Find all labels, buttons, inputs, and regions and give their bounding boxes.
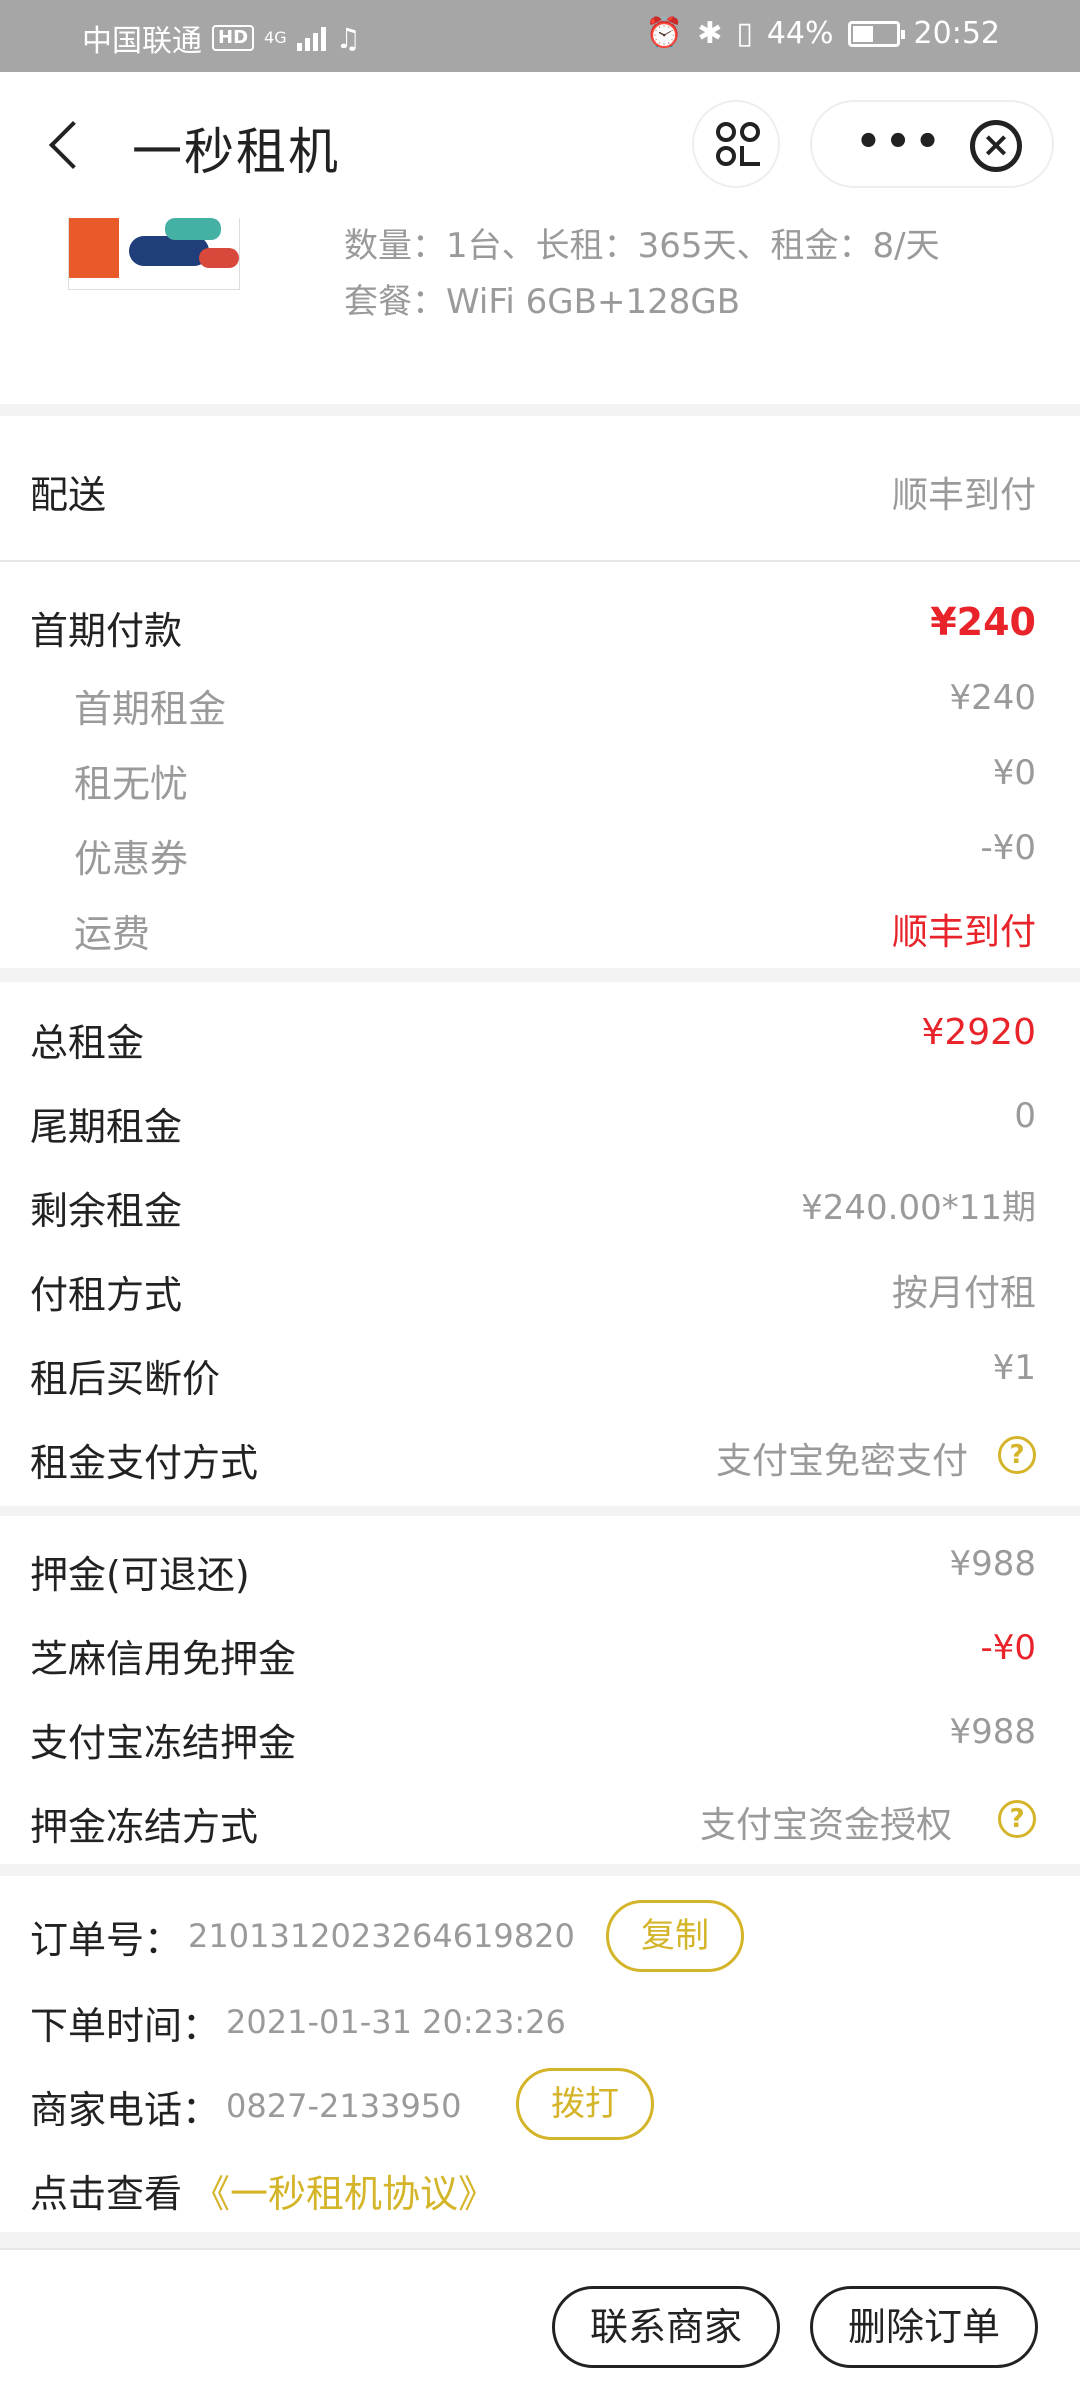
order-number-label: 订单号： xyxy=(30,1917,183,1962)
final-rent-value: 0 xyxy=(1014,1096,1036,1136)
payment-method-value: 按月付租 xyxy=(891,1273,1036,1314)
close-icon[interactable]: × xyxy=(970,120,1022,172)
sesame-credit-value: -¥0 xyxy=(980,1628,1036,1668)
clock: 20:52 xyxy=(913,16,1000,51)
section-divider xyxy=(0,2232,1080,2248)
coupon-label: 优惠券 xyxy=(74,837,189,881)
product-quantity-info: 数量：1台、长租：365天、租金：8/天 xyxy=(344,226,940,266)
final-rent-label: 尾期租金 xyxy=(30,1105,183,1149)
rent-pay-method-label: 租金支付方式 xyxy=(30,1441,259,1485)
sesame-credit-label: 芝麻信用免押金 xyxy=(30,1637,297,1681)
payment-method-label: 付租方式 xyxy=(30,1273,183,1317)
shipping-fee-label: 运费 xyxy=(74,912,151,956)
delivery-row: 配送 顺丰到付 xyxy=(0,416,1080,560)
frozen-deposit-row: 支付宝冻结押金 ¥988 xyxy=(0,1712,1080,1772)
vibrate-icon: ▯ xyxy=(736,16,753,51)
section-divider xyxy=(0,404,1080,416)
buyout-price-label: 租后买断价 xyxy=(30,1357,221,1401)
bluetooth-icon: ✱ xyxy=(697,16,723,51)
battery-icon xyxy=(847,20,905,47)
merchant-phone-label: 商家电话： xyxy=(30,2087,221,2132)
mini-program-capsule: ••• × xyxy=(810,100,1054,188)
product-package-info: 套餐：WiFi 6GB+128GB xyxy=(344,282,741,322)
notification-icon: ♫ xyxy=(335,21,361,55)
order-number-row: 订单号： 2101312023264619820 xyxy=(30,1906,575,1966)
remaining-rent-row: 剩余租金 ¥240.00*11期 xyxy=(0,1180,1080,1240)
first-rent-row: 首期租金 ¥240 xyxy=(0,678,1080,738)
deposit-value: ¥988 xyxy=(949,1544,1036,1584)
order-time-label: 下单时间： xyxy=(30,2003,221,2048)
rent-pay-method-row: 租金支付方式 支付宝免密支付 ? xyxy=(0,1432,1080,1492)
first-payment-label: 首期付款 xyxy=(30,609,183,653)
more-icon[interactable]: ••• xyxy=(850,102,950,190)
merchant-phone-value: 0827-2133950 xyxy=(226,2087,462,2125)
hd-badge: HD xyxy=(212,25,255,51)
alarm-icon: ⏰ xyxy=(645,16,684,51)
agreement-row: 点击查看 《一秒租机协议》 xyxy=(30,2160,496,2220)
freeze-method-label: 押金冻结方式 xyxy=(30,1805,259,1849)
first-payment-value: ¥240 xyxy=(930,600,1036,644)
remaining-rent-value: ¥240.00*11期 xyxy=(801,1188,1036,1228)
page-title: 一秒租机 xyxy=(132,123,340,181)
freeze-method-row: 押金冻结方式 支付宝资金授权 ? xyxy=(0,1796,1080,1856)
contact-merchant-button[interactable]: 联系商家 xyxy=(552,2286,780,2368)
rent-pay-method-value: 支付宝免密支付 xyxy=(715,1441,968,1482)
frozen-deposit-label: 支付宝冻结押金 xyxy=(30,1721,297,1765)
delivery-value: 顺丰到付 xyxy=(891,475,1036,516)
total-rent-label: 总租金 xyxy=(30,1021,145,1065)
buyout-price-value: ¥1 xyxy=(992,1348,1036,1388)
worry-free-row: 租无忧 ¥0 xyxy=(0,753,1080,813)
final-rent-row: 尾期租金 0 xyxy=(0,1096,1080,1156)
help-icon[interactable]: ? xyxy=(998,1800,1036,1838)
deposit-label: 押金(可退还) xyxy=(30,1553,250,1597)
divider xyxy=(0,560,1080,562)
worry-free-label: 租无忧 xyxy=(74,762,189,806)
agreement-prefix: 点击查看 xyxy=(30,2171,183,2216)
copy-button[interactable]: 复制 xyxy=(606,1900,744,1972)
order-time-value: 2021-01-31 20:23:26 xyxy=(226,2003,566,2041)
total-rent-row: 总租金 ¥2920 xyxy=(0,1012,1080,1072)
order-number-value: 2101312023264619820 xyxy=(188,1917,575,1955)
deposit-row: 押金(可退还) ¥988 xyxy=(0,1544,1080,1604)
back-icon[interactable] xyxy=(38,110,98,180)
first-payment-row: 首期付款 ¥240 xyxy=(0,600,1080,660)
shipping-fee-value: 顺丰到付 xyxy=(891,912,1036,953)
signal-icon xyxy=(296,25,326,51)
battery-percent: 44% xyxy=(766,16,834,51)
first-rent-label: 首期租金 xyxy=(74,687,227,731)
delete-order-button[interactable]: 删除订单 xyxy=(810,2286,1038,2368)
navigation-bar: 一秒租机 ••• × xyxy=(0,72,1080,218)
payment-method-row: 付租方式 按月付租 xyxy=(0,1264,1080,1324)
shipping-fee-row: 运费 顺丰到付 xyxy=(0,903,1080,963)
buyout-price-row: 租后买断价 ¥1 xyxy=(0,1348,1080,1408)
frozen-deposit-value: ¥988 xyxy=(949,1712,1036,1752)
order-time-row: 下单时间： 2021-01-31 20:23:26 xyxy=(30,1992,566,2052)
bottom-action-bar: 联系商家 删除订单 xyxy=(0,2248,1080,2400)
network-type: 4G xyxy=(264,28,287,47)
section-divider xyxy=(0,1864,1080,1876)
scan-icon[interactable] xyxy=(692,100,780,188)
status-bar: 中国联通 HD 4G ♫ ⏰ ✱ ▯ 44% 20:52 xyxy=(0,0,1080,72)
product-image xyxy=(68,218,240,290)
worry-free-value: ¥0 xyxy=(992,753,1036,793)
delivery-label: 配送 xyxy=(30,473,107,517)
product-summary: 数量：1台、长租：365天、租金：8/天 套餐：WiFi 6GB+128GB xyxy=(0,218,1080,404)
status-right: ⏰ ✱ ▯ 44% 20:52 xyxy=(646,16,1000,51)
section-divider xyxy=(0,1506,1080,1516)
agreement-link[interactable]: 《一秒租机协议》 xyxy=(192,2163,496,2218)
sesame-credit-row: 芝麻信用免押金 -¥0 xyxy=(0,1628,1080,1688)
call-button[interactable]: 拨打 xyxy=(516,2068,654,2140)
status-left: 中国联通 HD 4G ♫ xyxy=(82,16,361,60)
carrier-name: 中国联通 xyxy=(82,24,202,59)
freeze-method-value: 支付宝资金授权 xyxy=(699,1805,952,1846)
total-rent-value: ¥2920 xyxy=(921,1012,1036,1053)
first-rent-value: ¥240 xyxy=(949,678,1036,718)
coupon-row: 优惠券 -¥0 xyxy=(0,828,1080,888)
merchant-phone-row: 商家电话： 0827-2133950 xyxy=(30,2076,462,2136)
section-divider xyxy=(0,968,1080,982)
remaining-rent-label: 剩余租金 xyxy=(30,1189,183,1233)
coupon-value: -¥0 xyxy=(980,828,1036,868)
help-icon[interactable]: ? xyxy=(998,1436,1036,1474)
